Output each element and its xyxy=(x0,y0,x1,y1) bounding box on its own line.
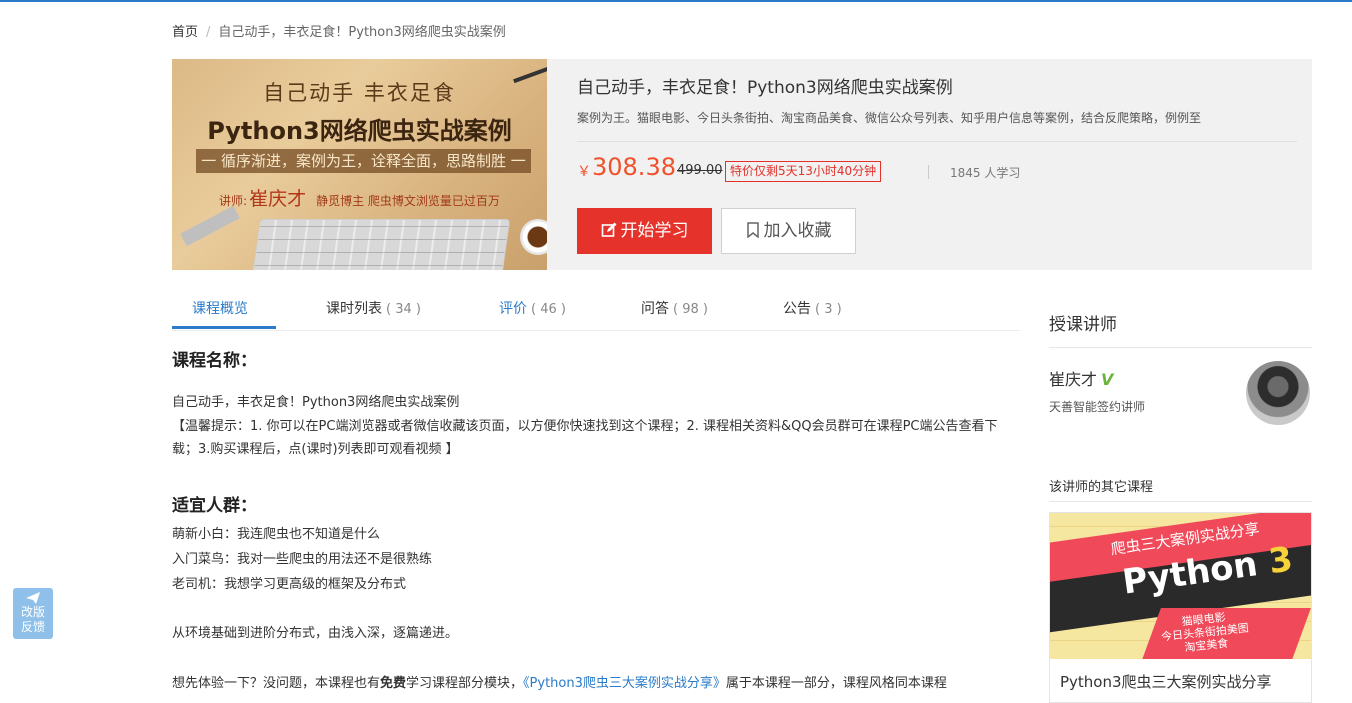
course-name-text: 自己动手，丰衣足食！Python3网络爬虫实战案例 xyxy=(172,395,460,410)
bookmark-icon xyxy=(746,222,759,239)
tab-label: 问答 xyxy=(641,301,669,317)
progression-text: 从环境基础到进阶分布式，由浅入深，逐篇递进。 xyxy=(172,626,459,641)
tab-qa[interactable]: 问答 ( 98 ) xyxy=(641,298,708,318)
teacher-name-text: 崔庆才 xyxy=(1049,370,1098,389)
feedback-line: 改版 xyxy=(20,605,45,619)
audience-item: 老司机：我想学习更高级的框架及分布式 xyxy=(172,577,407,592)
feedback-button[interactable]: 改版 反馈 xyxy=(13,588,53,639)
sidebar: 授课讲师 崔庆才 V 天善智能签约讲师 该讲师的其它课程 爬虫三大案例实战分享 P… xyxy=(1049,310,1312,703)
add-favorite-label: 加入收藏 xyxy=(763,221,832,241)
sidebar-divider xyxy=(1049,501,1312,502)
teacher-avatar[interactable] xyxy=(1246,361,1310,425)
course-name-heading: 课程名称： xyxy=(172,351,257,371)
cover-band: 一 循序渐进，案例为王，诠释全面，思路制胜 一 xyxy=(196,149,531,173)
trial-paragraph: 想先体验一下？没问题，本课程也有免费学习课程部分模块，《Python3爬虫三大案… xyxy=(172,672,1020,696)
learner-count: 1845 人学习 xyxy=(950,166,1021,180)
trial-text: 属于本课程一部分，课程风格同本课程 xyxy=(725,676,947,691)
trial-text: 想先体验一下？没问题，本课程也有 xyxy=(172,676,381,691)
course-title: 自己动手，丰衣足食！Python3网络爬虫实战案例 xyxy=(577,78,953,98)
tab-reviews[interactable]: 评价 ( 46 ) xyxy=(499,298,566,318)
cover-lecturer-name: 崔庆才 xyxy=(249,188,307,210)
teacher-subtitle: 天善智能签约讲师 xyxy=(1049,400,1146,414)
currency-symbol: ￥ xyxy=(577,164,591,180)
teacher-section-title: 授课讲师 xyxy=(1049,315,1117,335)
keyboard-decoration xyxy=(251,219,511,270)
tab-count: ( 98 ) xyxy=(673,302,708,317)
trial-free: 免费 xyxy=(380,676,407,691)
tab-count: ( 46 ) xyxy=(531,302,566,317)
tab-label: 评价 xyxy=(499,301,527,317)
teacher-name[interactable]: 崔庆才 V xyxy=(1049,366,1113,390)
original-price: 499.00 xyxy=(677,163,723,178)
breadcrumb-current: 自己动手，丰衣足食！Python3网络爬虫实战案例 xyxy=(218,25,506,40)
verified-badge: V xyxy=(1101,370,1114,389)
paper-plane-icon xyxy=(26,592,40,604)
start-learning-button[interactable]: 开始学习 xyxy=(577,208,712,254)
trial-course-link[interactable]: 《Python3爬虫三大案例实战分享》 xyxy=(523,676,726,691)
trial-text: 学习课程部分模块， xyxy=(406,676,524,691)
active-tab-indicator xyxy=(172,326,276,329)
add-favorite-button[interactable]: 加入收藏 xyxy=(721,208,856,254)
tab-label: 课程概览 xyxy=(192,301,248,317)
other-course-name: Python3爬虫三大案例实战分享 xyxy=(1060,673,1272,691)
coffee-cup-decoration xyxy=(520,219,547,255)
edit-icon xyxy=(601,222,616,237)
course-tabs: 课程概览 课时列表 ( 34 ) 评价 ( 46 ) 问答 ( 98 ) 公告 ( 3 … xyxy=(172,284,1020,331)
other-course-thumbnail: 爬虫三大案例实战分享 Python 3 猫眼电影 今日头条街拍美图 淘宝美食 xyxy=(1050,513,1311,659)
audience-list: 萌新小白：我连爬虫也不知道是什么 入门菜鸟：我对一些爬虫的用法还不是很熟练 老司… xyxy=(172,522,1020,597)
audience-item: 萌新小白：我连爬虫也不知道是什么 xyxy=(172,527,381,542)
audience-item: 入门菜鸟：我对一些爬虫的用法还不是很熟练 xyxy=(172,552,433,567)
breadcrumb: 首页 / 自己动手，丰衣足食！Python3网络爬虫实战案例 xyxy=(172,21,506,40)
cover-title: Python3网络爬虫实战案例 xyxy=(207,117,512,145)
other-course-card[interactable]: 爬虫三大案例实战分享 Python 3 猫眼电影 今日头条街拍美图 淘宝美食 P… xyxy=(1049,512,1312,703)
promo-countdown-badge: 特价仅剩5天13小时40分钟 xyxy=(725,161,882,182)
tab-announcements[interactable]: 公告 ( 3 ) xyxy=(783,298,842,318)
top-accent-line xyxy=(0,0,1352,2)
price-row: ￥ 308.38 499.00 特价仅剩5天13小时40分钟 1845 人学习 xyxy=(577,153,1297,183)
start-learning-label: 开始学习 xyxy=(620,221,689,241)
tab-lessons[interactable]: 课时列表 ( 34 ) xyxy=(326,298,421,318)
tab-count: ( 34 ) xyxy=(386,302,421,317)
cover-slogan: 自己动手 丰衣足食 xyxy=(263,81,456,105)
info-divider xyxy=(577,141,1297,142)
current-price: 308.38 xyxy=(592,153,676,181)
course-cover-image: 自己动手 丰衣足食 Python3网络爬虫实战案例 一 循序渐进，案例为王，诠释… xyxy=(172,59,547,270)
course-hero: 自己动手 丰衣足食 Python3网络爬虫实战案例 一 循序渐进，案例为王，诠释… xyxy=(172,59,1312,270)
sidebar-divider xyxy=(1049,347,1312,348)
course-description: 案例为王。猫眼电影、今日头条街拍、淘宝商品美食、微信公众号列表、知乎用户信息等案… xyxy=(577,111,1202,125)
tab-count: ( 3 ) xyxy=(815,302,842,317)
price-separator xyxy=(928,165,929,179)
tab-label: 公告 xyxy=(783,301,811,317)
cover-lecturer-note: 静觅博主 爬虫博文浏览量已过百万 xyxy=(316,194,500,208)
course-overview-content: 课程名称： 自己动手，丰衣足食！Python3网络爬虫实战案例 【温馨提示：1.… xyxy=(172,346,1020,696)
tab-label: 课时列表 xyxy=(326,301,382,317)
feedback-line: 反馈 xyxy=(20,620,45,634)
breadcrumb-home-link[interactable]: 首页 xyxy=(172,25,198,40)
ruler-decoration xyxy=(180,205,240,247)
tip-text: 【温馨提示：1. 你可以在PC端浏览器或者微信收藏该页面，以方便你快速找到这个课… xyxy=(172,419,998,457)
other-courses-title: 该讲师的其它课程 xyxy=(1049,480,1154,495)
tab-overview[interactable]: 课程概览 xyxy=(192,298,248,318)
breadcrumb-separator: / xyxy=(206,25,211,40)
audience-heading: 适宜人群： xyxy=(172,496,257,516)
